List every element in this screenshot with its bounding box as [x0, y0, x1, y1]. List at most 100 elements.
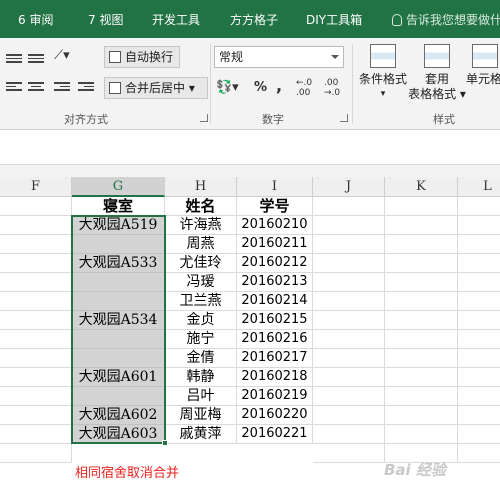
empty-cell[interactable]: [313, 387, 385, 406]
empty-cell[interactable]: [313, 235, 385, 254]
student-id-cell[interactable]: 20160211: [237, 235, 313, 254]
empty-cell[interactable]: [385, 330, 458, 349]
align-center-icon[interactable]: [28, 82, 44, 94]
empty-cell[interactable]: [385, 406, 458, 425]
column-header-l[interactable]: L: [458, 177, 500, 197]
empty-cell[interactable]: [0, 292, 72, 311]
empty-cell[interactable]: [458, 425, 500, 444]
empty-cell[interactable]: [458, 406, 500, 425]
empty-cell[interactable]: [458, 254, 500, 273]
empty-cell[interactable]: [0, 235, 72, 254]
header-room[interactable]: 寝室: [72, 197, 165, 216]
student-id-cell[interactable]: 20160212: [237, 254, 313, 273]
empty-cell[interactable]: [313, 425, 385, 444]
header-id[interactable]: 学号: [237, 197, 313, 216]
empty-cell[interactable]: [458, 387, 500, 406]
empty-cell[interactable]: [0, 197, 72, 216]
student-id-cell[interactable]: 20160220: [237, 406, 313, 425]
empty-cell[interactable]: [313, 273, 385, 292]
decrease-decimal-button[interactable]: .00 →.0: [324, 78, 346, 98]
empty-cell[interactable]: [0, 444, 72, 463]
name-cell[interactable]: 冯瑷: [165, 273, 237, 292]
tab-review[interactable]: 6 审阅: [18, 11, 53, 28]
student-id-cell[interactable]: 20160214: [237, 292, 313, 311]
student-id-cell[interactable]: 20160216: [237, 330, 313, 349]
empty-cell[interactable]: [458, 235, 500, 254]
name-cell[interactable]: 施宁: [165, 330, 237, 349]
empty-cell[interactable]: [313, 197, 385, 216]
column-header-j[interactable]: J: [313, 177, 385, 197]
empty-cell[interactable]: [313, 406, 385, 425]
empty-cell[interactable]: [458, 273, 500, 292]
empty-cell[interactable]: [313, 330, 385, 349]
align-top-icon[interactable]: [6, 54, 22, 66]
accounting-format-icon[interactable]: 💱▾: [216, 80, 239, 95]
empty-cell[interactable]: [385, 292, 458, 311]
empty-cell[interactable]: [0, 330, 72, 349]
student-id-cell[interactable]: 20160221: [237, 425, 313, 444]
empty-cell[interactable]: [385, 273, 458, 292]
empty-cell[interactable]: [0, 387, 72, 406]
tab-diy-toolbox[interactable]: DIY工具箱: [306, 11, 362, 28]
empty-cell[interactable]: [458, 330, 500, 349]
name-cell[interactable]: 许海燕: [165, 216, 237, 235]
empty-cell[interactable]: [458, 349, 500, 368]
header-name[interactable]: 姓名: [165, 197, 237, 216]
empty-cell[interactable]: [385, 387, 458, 406]
worksheet-grid[interactable]: F G H I J K L 寝室 姓名 学号 许海燕 20160210 周燕 2016…: [0, 177, 500, 500]
name-cell[interactable]: 戚黄萍: [165, 425, 237, 444]
orientation-icon[interactable]: ⟋▾: [54, 48, 70, 63]
empty-cell[interactable]: [313, 254, 385, 273]
student-id-cell[interactable]: 20160219: [237, 387, 313, 406]
empty-cell[interactable]: [0, 311, 72, 330]
name-cell[interactable]: 周燕: [165, 235, 237, 254]
column-header-k[interactable]: K: [385, 177, 458, 197]
empty-cell[interactable]: [385, 368, 458, 387]
align-middle-icon[interactable]: [28, 54, 44, 66]
empty-cell[interactable]: [385, 311, 458, 330]
empty-cell[interactable]: [313, 216, 385, 235]
empty-cell[interactable]: [0, 368, 72, 387]
name-cell[interactable]: 尤佳玲: [165, 254, 237, 273]
conditional-format-button[interactable]: 条件格式 ▾: [354, 42, 412, 108]
name-cell[interactable]: 卫兰燕: [165, 292, 237, 311]
empty-cell[interactable]: [385, 197, 458, 216]
tab-fangfang-grid[interactable]: 方方格子: [230, 11, 278, 28]
empty-cell[interactable]: [0, 273, 72, 292]
name-cell[interactable]: 金倩: [165, 349, 237, 368]
empty-cell[interactable]: [0, 254, 72, 273]
empty-cell[interactable]: [385, 425, 458, 444]
comma-button[interactable]: ,: [276, 76, 282, 95]
name-cell[interactable]: 吕叶: [165, 387, 237, 406]
empty-cell[interactable]: [313, 349, 385, 368]
empty-cell[interactable]: [385, 235, 458, 254]
number-launcher-icon[interactable]: [340, 114, 348, 122]
empty-cell[interactable]: [458, 292, 500, 311]
number-format-select[interactable]: 常规: [214, 46, 344, 68]
tab-view[interactable]: 7 视图: [88, 11, 123, 28]
column-header-h[interactable]: H: [165, 177, 237, 197]
align-left-icon[interactable]: [6, 82, 22, 94]
empty-cell[interactable]: [0, 406, 72, 425]
empty-cell[interactable]: [458, 216, 500, 235]
empty-cell[interactable]: [313, 311, 385, 330]
empty-cell[interactable]: [385, 349, 458, 368]
empty-cell[interactable]: [458, 197, 500, 216]
student-id-cell[interactable]: 20160215: [237, 311, 313, 330]
name-cell[interactable]: 韩静: [165, 368, 237, 387]
empty-cell[interactable]: [385, 254, 458, 273]
student-id-cell[interactable]: 20160213: [237, 273, 313, 292]
wrap-text-button[interactable]: 自动换行: [104, 46, 180, 68]
empty-cell[interactable]: [313, 292, 385, 311]
alignment-launcher-icon[interactable]: [200, 114, 208, 122]
cell-styles-button[interactable]: 单元格: [466, 42, 500, 108]
increase-decimal-button[interactable]: ←.0 .00: [296, 78, 318, 98]
percent-button[interactable]: %: [254, 80, 267, 95]
name-cell[interactable]: 周亚梅: [165, 406, 237, 425]
empty-cell[interactable]: [458, 311, 500, 330]
fill-handle[interactable]: [162, 440, 168, 446]
name-cell[interactable]: 金贞: [165, 311, 237, 330]
format-as-table-button[interactable]: 套用 表格格式 ▾: [408, 42, 466, 108]
student-id-cell[interactable]: 20160210: [237, 216, 313, 235]
empty-cell[interactable]: [313, 368, 385, 387]
